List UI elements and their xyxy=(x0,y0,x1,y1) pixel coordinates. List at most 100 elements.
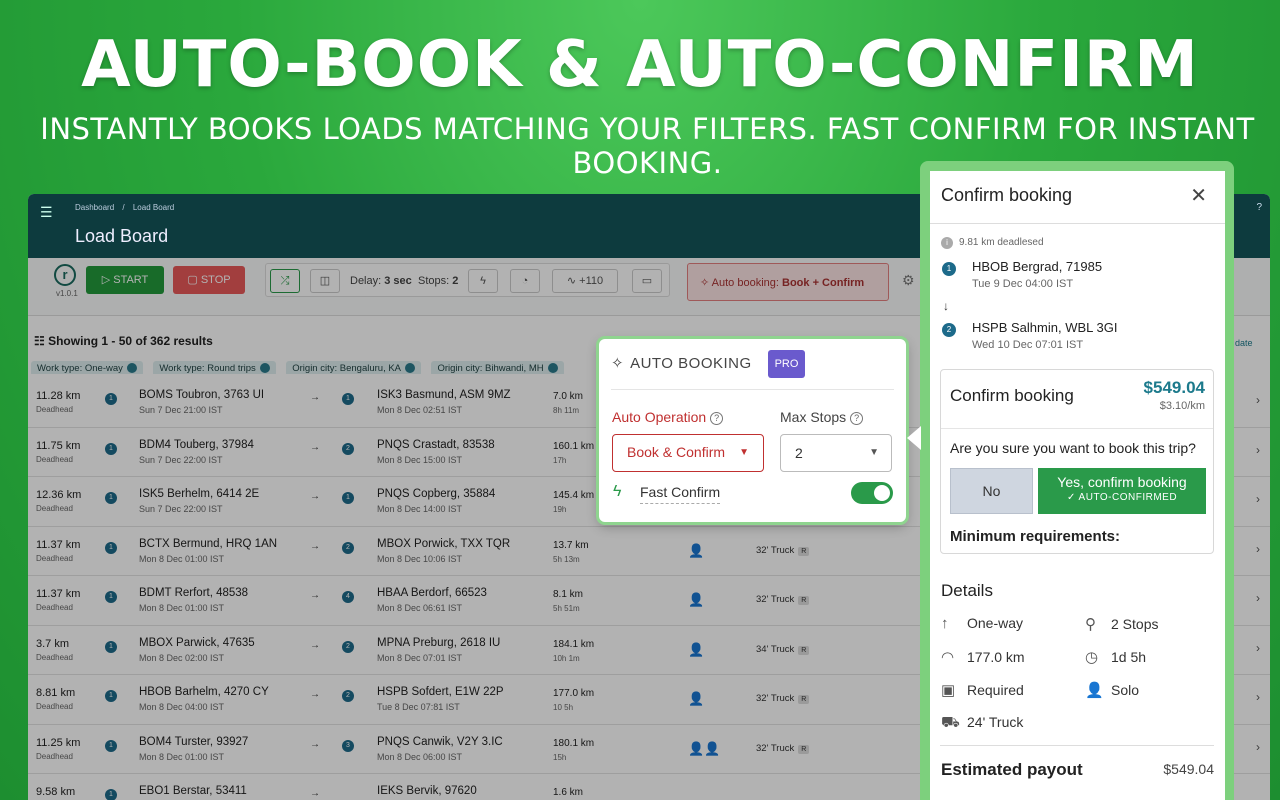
payout-label: Estimated payout xyxy=(941,760,1083,779)
stops-setting[interactable]: Stops: 2 xyxy=(418,275,458,287)
breadcrumb: Dashboard / Load Board xyxy=(75,203,180,212)
trip-distance: 180.1 km xyxy=(553,737,595,749)
detail-stops: ⚲ 2 Stops xyxy=(1085,615,1158,633)
lightning-icon[interactable]: ϟ xyxy=(468,269,498,293)
breadcrumb-load-board: Load Board xyxy=(132,203,175,212)
truck-icon: ⛟ xyxy=(941,714,960,731)
origin-stop-number: 1 xyxy=(105,492,117,504)
deadhead-distance: 11.75 km xyxy=(36,439,81,452)
destination-time: Mon 8 Dec 02:51 IST xyxy=(377,405,463,415)
auto-booking-status[interactable]: ✧ Auto booking: Book + Confirm xyxy=(687,263,889,301)
menu-icon[interactable]: ☰ xyxy=(40,204,53,221)
divider xyxy=(941,428,1213,429)
auto-operation-value: Book & Confirm xyxy=(627,444,726,460)
breadcrumb-dashboard[interactable]: Dashboard xyxy=(75,203,114,212)
confirm-question: Are you sure you want to book this trip? xyxy=(950,440,1196,456)
trip-duration: 15h xyxy=(553,752,567,762)
gear-icon[interactable]: ⚙ xyxy=(902,272,915,289)
truck-type: 32' Truck R xyxy=(756,693,810,704)
remove-filter-icon[interactable] xyxy=(405,363,416,374)
filter-chip[interactable]: Work type: One-way xyxy=(31,361,143,374)
arrow-up-icon: ↑ xyxy=(941,615,949,632)
origin-time: Mon 8 Dec 04:00 IST xyxy=(139,702,225,712)
confirm-booking-panel: Confirm booking ✕ i 9.81 km deadlesed 1 H… xyxy=(930,171,1225,800)
detail-requirement: ▣ Required xyxy=(941,681,1024,699)
trip-distance: 7.0 km xyxy=(553,391,584,402)
filter-chip[interactable]: Origin city: Bengaluru, KA xyxy=(286,361,422,374)
close-icon[interactable]: ✕ xyxy=(1190,183,1207,208)
truck-type-label: 32' Truck xyxy=(756,544,795,556)
detail-duration: ◷ 1d 5h xyxy=(1085,648,1146,666)
auto-operation-select[interactable]: Book & Confirm ▼ xyxy=(612,434,764,472)
bell-icon[interactable]: ◔ xyxy=(510,269,540,293)
sparkle-icon: ✧ xyxy=(611,355,625,372)
deadhead-distance: 11.37 km xyxy=(36,588,81,600)
chevron-right-icon[interactable]: › xyxy=(1256,542,1260,556)
stop-origin-time: Tue 9 Dec 04:00 IST xyxy=(972,278,1074,290)
deadhead-text: 9.81 km deadlesed xyxy=(959,237,1044,248)
info-icon: i xyxy=(941,237,953,249)
chevron-right-icon[interactable]: › xyxy=(1256,443,1260,457)
origin-time: Sun 7 Dec 21:00 IST xyxy=(139,405,223,415)
detail-trip-type: ↑ One-way xyxy=(941,615,1023,632)
destination-time: Mon 8 Dec 10:06 IST xyxy=(377,553,463,564)
help-icon[interactable]: ? xyxy=(850,411,864,425)
help-icon[interactable]: ? xyxy=(1256,202,1262,213)
origin-name: BCTX Bermund, HRQ 1AN xyxy=(139,537,278,550)
delay-setting[interactable]: Delay: 3 sec xyxy=(350,275,412,287)
truck-type-label: 32' Truck xyxy=(756,594,795,605)
chevron-right-icon[interactable]: › xyxy=(1256,641,1260,655)
layout-icon[interactable]: ◫ xyxy=(310,269,340,293)
arrow-right-icon: → xyxy=(310,392,320,403)
help-icon[interactable]: ? xyxy=(710,411,724,425)
calendar-icon: ▣ xyxy=(941,682,956,699)
stop-destination-name: HSPB Salhmin, WBL 3GI xyxy=(972,320,1118,335)
filter-chip[interactable]: Work type: Round trips xyxy=(153,361,276,374)
driver-icon: 👤 xyxy=(688,542,705,558)
remove-filter-icon[interactable] xyxy=(126,363,137,374)
chevron-right-icon[interactable]: › xyxy=(1256,492,1260,506)
chevron-down-icon: ▼ xyxy=(869,447,879,458)
fast-confirm-toggle[interactable] xyxy=(851,482,893,504)
start-button[interactable]: ▷ START xyxy=(86,266,164,294)
deadhead-label: Deadhead xyxy=(36,603,73,612)
stops-value: 2 xyxy=(452,275,459,287)
destination-name: IEKS Bervik, 97620 xyxy=(377,785,477,797)
start-label: START xyxy=(113,274,149,286)
trip-duration: 8h 11m xyxy=(553,406,580,415)
detail-distance-value: 177.0 km xyxy=(967,649,1025,665)
stop-button[interactable]: ▢ STOP xyxy=(173,266,245,294)
destination-name: HBAA Berdorf, 66523 xyxy=(377,587,487,599)
max-stops-select[interactable]: 2 ▼ xyxy=(780,434,892,472)
destination-stop-number: 3 xyxy=(342,739,354,752)
divider xyxy=(930,223,1225,224)
reefer-badge: R xyxy=(798,695,810,704)
chevron-right-icon[interactable]: › xyxy=(1256,740,1260,754)
filter-chip-label: Work type: Round trips xyxy=(159,363,256,374)
chevron-right-icon[interactable]: › xyxy=(1256,690,1260,704)
remove-filter-icon[interactable] xyxy=(259,363,270,374)
filter-chip[interactable]: Origin city: Bihwandi, MH xyxy=(431,361,564,374)
origin-stop-number: 1 xyxy=(105,789,117,800)
auto-operation-label-text: Auto Operation xyxy=(612,409,707,425)
shuffle-icon[interactable]: ⤮ xyxy=(270,269,300,293)
card-title: Confirm booking xyxy=(950,386,1074,405)
deadhead-label: Deadhead xyxy=(36,702,73,711)
lightning-icon: ϟ xyxy=(613,483,622,500)
destination-name: PNQS Copberg, 35884 xyxy=(377,488,496,500)
chevron-right-icon[interactable]: › xyxy=(1256,591,1260,605)
remove-filter-icon[interactable] xyxy=(547,363,558,374)
stop-destination-time: Wed 10 Dec 07:01 IST xyxy=(972,339,1084,351)
origin-time: Sun 7 Dec 22:00 IST xyxy=(139,504,223,514)
trip-duration: 5h 51m xyxy=(553,604,580,613)
yes-confirm-button[interactable]: Yes, confirm booking ✓ AUTO-CONFIRMED xyxy=(1038,468,1206,514)
trip-duration: 17h xyxy=(553,455,567,465)
clock-icon: ◷ xyxy=(1085,649,1099,666)
chat-icon[interactable]: ▭ xyxy=(632,269,662,293)
origin-time: Mon 8 Dec 01:00 IST xyxy=(139,603,225,613)
chevron-right-icon[interactable]: › xyxy=(1256,393,1260,407)
no-button[interactable]: No xyxy=(950,468,1033,514)
activity-badge[interactable]: ∿ +110 xyxy=(552,269,618,293)
trip-distance: 8.1 km xyxy=(553,589,584,600)
confirm-card: Confirm booking $549.04 $3.10/km Are you… xyxy=(940,369,1214,554)
